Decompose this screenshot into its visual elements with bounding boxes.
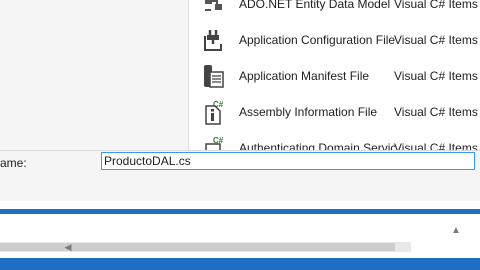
template-item-assembly-information-file[interactable]: C# Assembly Information File Visual C# I… [189,94,480,130]
template-category-pane [0,0,188,150]
item-language: Visual C# Items [394,0,478,11]
file-name-input[interactable] [101,152,475,170]
template-item-application-configuration-file[interactable]: Application Configuration File Visual C#… [189,22,480,58]
item-name: Assembly Information File [239,105,378,119]
name-label: ame: [0,156,27,170]
item-language: Visual C# Items [394,141,478,150]
status-bar [0,258,480,270]
entity-model-icon [205,0,222,11]
item-language: Visual C# Items [394,105,478,119]
item-language: Visual C# Items [394,33,478,47]
scroll-up-arrow-icon[interactable]: ▲ [449,224,463,238]
item-name: ADO.NET Entity Data Model [239,0,391,11]
assembly-info-icon: C# [205,100,224,125]
item-name: Application Configuration File [239,33,395,47]
manifest-file-icon [204,65,224,88]
item-name: Application Manifest File [239,69,370,83]
template-item-application-manifest-file[interactable]: Application Manifest File Visual C# Item… [189,58,480,94]
domain-service-icon: C# [205,136,224,150]
template-item-authenticating-domain-service[interactable]: C# Authenticating Domain Service Visual … [189,130,480,150]
scroll-left-arrow-icon[interactable]: ◀ [62,241,74,253]
scrollbar-thumb[interactable] [0,243,395,251]
template-item-list[interactable]: ADO.NET Entity Data Model Visual C# Item… [189,0,480,150]
item-language: Visual C# Items [394,69,478,83]
template-item-ado-net-entity-data-model[interactable]: ADO.NET Entity Data Model Visual C# Item… [189,0,480,22]
config-file-icon [204,30,222,51]
item-name: Authenticating Domain Service [239,141,395,150]
